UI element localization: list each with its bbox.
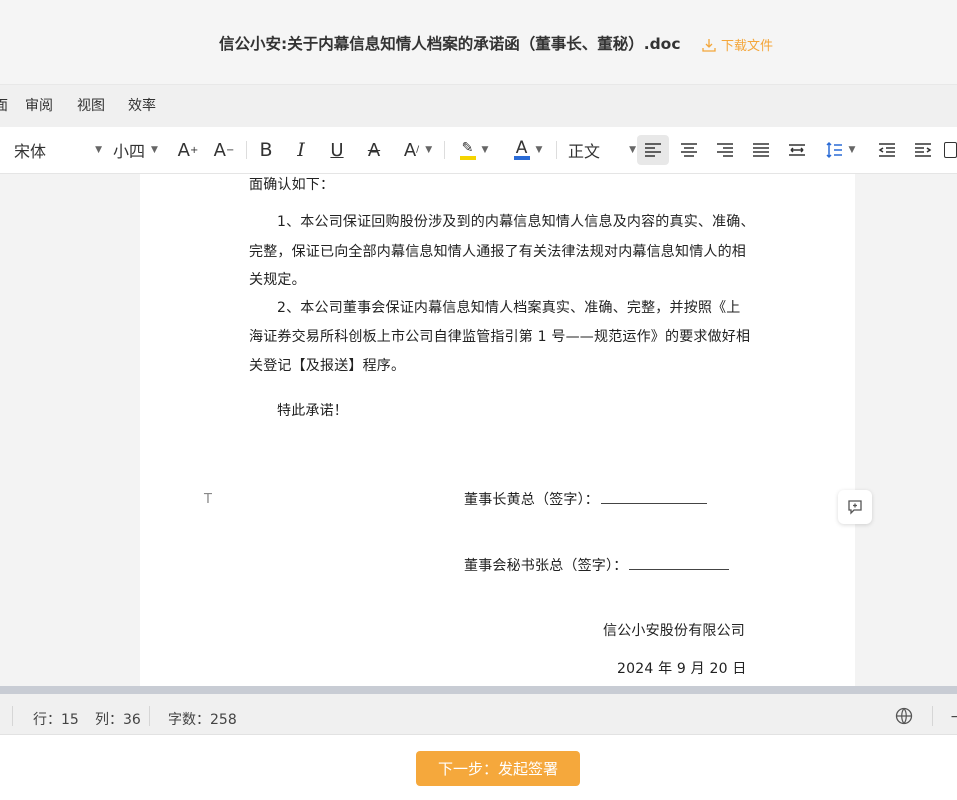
zoom-out-icon[interactable]: −	[950, 709, 957, 725]
chairman-signature-label: 董事长黄总（签字）：	[464, 492, 599, 508]
toolbar-divider	[444, 141, 445, 159]
distributed-align-icon[interactable]	[782, 135, 812, 165]
chevron-down-icon: ▼	[151, 145, 158, 155]
status-word-count: 字数：258	[168, 712, 237, 728]
download-file-button[interactable]: 下载文件	[702, 35, 773, 54]
doc-line: 完整，保证已向全部内幕信息知情人通报了有关法律法规对内幕信息知情人的相	[249, 244, 746, 260]
align-center-icon[interactable]	[674, 135, 704, 165]
doc-line: 海证券交易所科创板上市公司自律监管指引第 1 号——规范运作》的要求做好相	[249, 329, 751, 345]
status-divider	[932, 706, 933, 726]
chevron-down-icon: ▼	[629, 145, 636, 155]
start-signing-button[interactable]: 下一步：发起签署	[416, 751, 580, 786]
document-workspace: 面确认如下： 1、本公司保证回购股份涉及到的内幕信息知情人信息及内容的真实、准确…	[0, 174, 957, 686]
globe-icon[interactable]	[895, 707, 913, 729]
document-title: 信公小安:关于内幕信息知情人档案的承诺函（董事长、董秘）.doc	[219, 35, 681, 53]
title-bar: 信公小安:关于内幕信息知情人档案的承诺函（董事长、董秘）.doc 下载文件	[0, 0, 957, 85]
bold-icon[interactable]: B	[253, 135, 279, 165]
chevron-down-icon: ▼	[95, 145, 102, 155]
doc-line: 1、本公司保证回购股份涉及到的内幕信息知情人信息及内容的真实、准确、	[277, 214, 755, 230]
menu-item-review[interactable]: 审阅	[25, 95, 53, 115]
signature-line	[601, 502, 707, 504]
add-comment-button[interactable]	[838, 490, 872, 524]
menu-bar: 面 审阅 视图 效率	[0, 85, 957, 127]
justify-icon[interactable]	[746, 135, 776, 165]
menu-item-efficiency[interactable]: 效率	[128, 95, 156, 115]
decrease-indent-icon[interactable]	[872, 135, 902, 165]
toolbar-divider	[246, 141, 247, 159]
secretary-signature: 董事会秘书张总（签字）：	[464, 555, 730, 575]
font-size-select[interactable]: 小四 ▼	[108, 135, 171, 165]
status-row: 行：15	[33, 712, 79, 728]
doc-line: 特此承诺！	[277, 403, 348, 419]
paragraph-style-value: 正文	[568, 142, 601, 161]
font-size-value: 小四	[113, 142, 146, 161]
formatting-toolbar: 宋体 ▼ 小四 ▼ A + A − B I U A A / ▼ ✎ ▼ A ▼ 正文 ▼…	[0, 127, 957, 174]
download-icon	[702, 38, 716, 52]
doc-line: 关规定。	[249, 272, 306, 288]
menu-item-partial[interactable]: 面	[0, 95, 8, 115]
company-name: 信公小安股份有限公司	[603, 623, 745, 639]
download-label: 下载文件	[721, 39, 774, 54]
strikethrough-icon[interactable]: A	[360, 135, 388, 165]
text-cursor-icon: T	[204, 492, 212, 507]
status-divider	[149, 706, 150, 726]
menu-item-view[interactable]: 视图	[77, 95, 105, 115]
document-date: 2024 年 9 月 20 日	[617, 661, 747, 677]
line-spacing-icon[interactable]: ▼	[818, 135, 862, 165]
increase-indent-icon[interactable]	[908, 135, 938, 165]
align-right-icon[interactable]	[710, 135, 740, 165]
underline-icon[interactable]: U	[324, 135, 350, 165]
status-column: 列：36	[95, 712, 141, 728]
more-tools-icon[interactable]	[944, 135, 957, 165]
font-family-select[interactable]: 宋体 ▼	[8, 135, 102, 165]
status-divider	[12, 706, 13, 726]
increase-font-icon[interactable]: A +	[174, 135, 202, 165]
paragraph-style-select[interactable]: 正文 ▼	[562, 135, 636, 165]
secretary-signature-label: 董事会秘书张总（签字）：	[464, 558, 628, 574]
chairman-signature: 董事长黄总（签字）：	[464, 489, 707, 509]
signature-line	[629, 568, 730, 570]
decrease-font-icon[interactable]: A −	[210, 135, 238, 165]
doc-line: 2、本公司董事会保证内幕信息知情人档案真实、准确、完整，并按照《上	[277, 300, 741, 316]
font-color-icon[interactable]: A ▼	[506, 135, 550, 165]
doc-line: 关登记【及报送】程序。	[249, 358, 406, 374]
highlight-color-icon[interactable]: ✎ ▼	[452, 135, 496, 165]
horizontal-scrollbar[interactable]	[0, 686, 957, 694]
text-effect-icon[interactable]: A / ▼	[398, 135, 438, 165]
comment-icon	[848, 500, 862, 515]
status-bar: 行：15 列：36 字数：258 −	[0, 694, 957, 735]
italic-icon[interactable]: I	[288, 135, 314, 165]
align-left-icon[interactable]	[637, 135, 669, 165]
font-family-value: 宋体	[14, 142, 47, 161]
toolbar-divider	[556, 141, 557, 159]
doc-line: 面确认如下：	[249, 177, 335, 193]
